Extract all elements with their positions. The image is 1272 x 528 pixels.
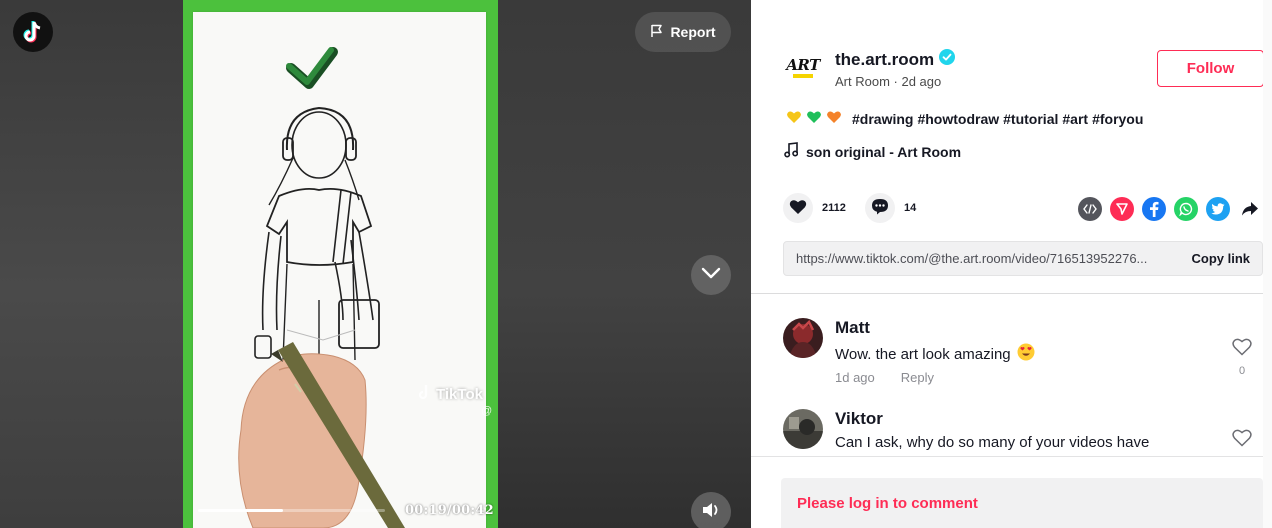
verified-badge-icon — [939, 49, 956, 70]
share-link-box: https://www.tiktok.com/@the.art.room/vid… — [783, 241, 1263, 276]
comment-body: Wow. the art look amazing — [835, 345, 1011, 363]
details-panel: ART the.art.room Art Room · 2d ago Follo… — [751, 0, 1272, 528]
share-arrow-icon[interactable] — [1238, 197, 1262, 221]
tiktok-watermark: TikTok — [418, 384, 483, 404]
embed-icon[interactable] — [1078, 197, 1102, 221]
tiktok-video-page: Report TikTok @ 00:19/00:42 ART the.art.… — [0, 0, 1272, 528]
reply-button[interactable]: Reply — [901, 370, 934, 385]
scrollbar[interactable] — [1263, 0, 1272, 528]
commenter-avatar[interactable] — [783, 318, 823, 358]
progress-bar[interactable] — [198, 509, 385, 512]
drawing-illustration — [238, 47, 405, 528]
post-description: #drawing #howtodraw #tutorial #art #fory… — [786, 109, 1143, 128]
author-avatar[interactable]: ART — [783, 48, 823, 88]
playback-time: 00:19/00:42 — [405, 503, 494, 518]
like-action: 2112 — [783, 193, 846, 223]
hashtag-art[interactable]: #art — [1062, 111, 1088, 127]
watermark-text: TikTok — [436, 385, 483, 403]
hashtag-tutorial[interactable]: #tutorial — [1003, 111, 1058, 127]
follow-button[interactable]: Follow — [1157, 50, 1264, 87]
twitter-icon[interactable] — [1206, 197, 1230, 221]
tiktok-small-logo-icon — [418, 384, 432, 404]
video-player[interactable]: Report TikTok @ 00:19/00:42 — [0, 0, 751, 528]
commenter-name[interactable]: Matt — [835, 318, 870, 338]
hashtag-foryou[interactable]: #foryou — [1092, 111, 1143, 127]
music-title: son original - Art Room — [806, 143, 962, 160]
chevron-down-icon — [701, 266, 721, 284]
heart-outline-icon — [1232, 429, 1252, 451]
heart-eyes-icon — [1017, 343, 1035, 365]
comment-like-button[interactable] — [1232, 429, 1252, 452]
author-username: the.art.room — [835, 49, 935, 69]
comment-time: 1d ago — [835, 370, 875, 385]
volume-icon — [701, 501, 721, 524]
flag-icon — [650, 24, 663, 41]
avatar-underline — [793, 74, 813, 78]
comment-like-button[interactable] — [1232, 338, 1252, 361]
watermark-handle: @ — [481, 405, 493, 417]
hashtag-drawing[interactable]: #drawing — [852, 111, 913, 127]
comment-count: 14 — [904, 202, 917, 214]
tiktok-logo-icon[interactable] — [13, 12, 53, 52]
author-display-name: Art Room — [835, 74, 890, 89]
yellow-heart-icon — [786, 109, 802, 128]
comment-button[interactable] — [865, 193, 895, 223]
orange-heart-icon — [826, 109, 842, 128]
progress-fill — [198, 509, 283, 512]
comment-bubble-icon — [871, 198, 889, 218]
comment-like-count: 0 — [1238, 365, 1246, 377]
comment-list[interactable]: Matt Wow. the art look amazing 1d ago Re… — [751, 294, 1272, 456]
video-frame[interactable] — [183, 0, 498, 528]
commenter-name[interactable]: Viktor — [835, 409, 883, 429]
author-username-link[interactable]: the.art.room — [835, 49, 956, 70]
report-button[interactable]: Report — [635, 12, 731, 52]
commenter-avatar[interactable] — [783, 409, 823, 449]
green-heart-icon — [806, 109, 822, 128]
whatsapp-icon[interactable] — [1174, 197, 1198, 221]
comment-body: Can I ask, why do so many of your videos… — [835, 434, 1150, 451]
copy-link-button[interactable]: Copy link — [1191, 251, 1250, 266]
comment-meta: 1d ago Reply — [835, 370, 934, 385]
heart-icon — [789, 199, 807, 218]
music-link[interactable]: son original - Art Room — [784, 142, 961, 161]
report-label: Report — [670, 24, 716, 40]
post-date: 2d ago — [901, 74, 942, 89]
volume-button[interactable] — [691, 492, 731, 528]
blurred-background-left — [0, 0, 183, 528]
comment-text: Can I ask, why do so many of your videos… — [835, 434, 1149, 451]
next-video-button[interactable] — [691, 255, 731, 295]
like-count: 2112 — [822, 202, 846, 214]
author-subline: Art Room · 2d ago — [835, 74, 941, 89]
hashtag-howtodraw[interactable]: #howtodraw — [917, 111, 999, 127]
facebook-icon[interactable] — [1142, 197, 1166, 221]
comment-text: Wow. the art look amazing — [835, 343, 1035, 365]
comment-action: 14 — [865, 193, 916, 223]
avatar-text: ART — [786, 56, 820, 74]
login-to-comment-button[interactable]: Please log in to comment — [781, 478, 1263, 528]
music-note-icon — [784, 142, 799, 161]
comments-bottom-divider — [751, 456, 1272, 457]
heart-outline-icon — [1232, 338, 1252, 360]
send-icon[interactable] — [1110, 197, 1134, 221]
share-link-text[interactable]: https://www.tiktok.com/@the.art.room/vid… — [796, 251, 1174, 266]
share-options — [1078, 197, 1262, 221]
like-button[interactable] — [783, 193, 813, 223]
